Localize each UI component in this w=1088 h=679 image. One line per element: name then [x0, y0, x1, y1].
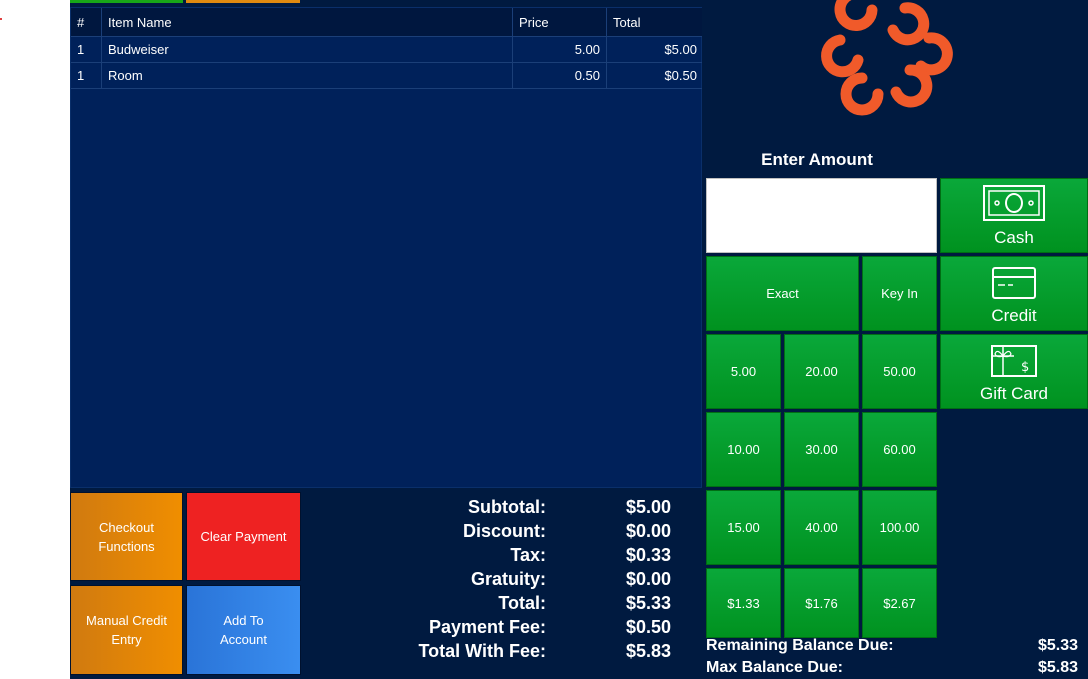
- stray-mark: [0, 18, 2, 20]
- total-value: $5.33: [626, 593, 672, 613]
- checkout-functions-label: Checkout Functions: [98, 519, 155, 554]
- discount-label: Discount:: [463, 521, 546, 541]
- discount-value: $0.00: [626, 521, 672, 541]
- amount-key-1-33[interactable]: $1.33: [706, 568, 781, 638]
- amount-key-15[interactable]: 15.00: [706, 490, 781, 565]
- row-price: 0.50: [513, 63, 607, 88]
- amount-key-30[interactable]: 30.00: [784, 412, 859, 487]
- amount-key-40[interactable]: 40.00: [784, 490, 859, 565]
- checkout-functions-button[interactable]: Checkout Functions: [70, 492, 183, 581]
- header-total[interactable]: Total: [607, 8, 703, 36]
- clear-payment-button[interactable]: Clear Payment: [186, 492, 301, 581]
- gift-card-label: Gift Card: [979, 384, 1049, 403]
- max-balance-label: Max Balance Due:: [706, 659, 843, 676]
- gift-card-button[interactable]: $ Gift Card: [940, 334, 1088, 409]
- header-price[interactable]: Price: [513, 8, 607, 36]
- credit-button[interactable]: Credit: [940, 256, 1088, 331]
- svg-text:$: $: [1021, 360, 1029, 375]
- credit-card-icon: [992, 267, 1036, 299]
- gift-card-icon: $: [991, 345, 1037, 377]
- total-with-fee-value: $5.83: [626, 641, 672, 661]
- header-item-name[interactable]: Item Name: [102, 8, 513, 36]
- amount-key-1-76[interactable]: $1.76: [784, 568, 859, 638]
- cash-icon: [983, 185, 1045, 221]
- row-price: 5.00: [513, 37, 607, 62]
- remaining-balance-value: $5.33: [1037, 637, 1078, 654]
- header-qty[interactable]: #: [71, 8, 102, 36]
- manual-credit-entry-label: Manual Credit Entry: [86, 613, 167, 647]
- brand-logo-icon: [821, 0, 953, 116]
- row-total: $5.00: [664, 42, 697, 57]
- top-partial-button-green[interactable]: [70, 0, 183, 3]
- row-item-name: Room: [102, 63, 513, 88]
- top-partial-button-orange[interactable]: [186, 0, 300, 3]
- logo-panel: [702, 0, 1088, 143]
- tax-value: $0.33: [626, 545, 672, 565]
- subtotal-label: Subtotal:: [468, 497, 546, 517]
- gratuity-label: Gratuity:: [470, 569, 546, 589]
- table-row[interactable]: 1 Room 0.50 $0.50: [71, 63, 703, 89]
- order-grid: # Item Name Price Total 1 Budweiser 5.00…: [70, 7, 703, 488]
- amount-key-60[interactable]: 60.00: [862, 412, 937, 487]
- credit-label: Credit: [991, 306, 1037, 325]
- row-qty: 1: [71, 63, 102, 88]
- total-label: Total:: [498, 593, 546, 613]
- row-total: $0.50: [664, 68, 697, 83]
- max-balance-value: $5.83: [1037, 659, 1078, 676]
- cash-button[interactable]: Cash: [940, 178, 1088, 253]
- add-to-account-label: Add To Account: [220, 613, 267, 647]
- amount-key-100[interactable]: 100.00: [862, 490, 937, 565]
- exact-button[interactable]: Exact: [706, 256, 859, 331]
- key-in-button[interactable]: Key In: [862, 256, 937, 331]
- gratuity-value: $0.00: [626, 569, 672, 589]
- amount-key-20[interactable]: 20.00: [784, 334, 859, 409]
- amount-input[interactable]: [706, 178, 937, 253]
- row-qty: 1: [71, 37, 102, 62]
- manual-credit-entry-button[interactable]: Manual Credit Entry: [70, 585, 183, 675]
- grid-header: # Item Name Price Total: [71, 8, 703, 37]
- enter-amount-label: Enter Amount: [761, 150, 873, 169]
- amount-key-10[interactable]: 10.00: [706, 412, 781, 487]
- cash-label: Cash: [994, 228, 1034, 247]
- payment-fee-value: $0.50: [626, 617, 672, 637]
- add-to-account-button[interactable]: Add To Account: [186, 585, 301, 675]
- amount-key-5[interactable]: 5.00: [706, 334, 781, 409]
- total-with-fee-label: Total With Fee:: [418, 641, 547, 661]
- row-item-name: Budweiser: [102, 37, 513, 62]
- amount-key-2-67[interactable]: $2.67: [862, 568, 937, 638]
- amount-key-50[interactable]: 50.00: [862, 334, 937, 409]
- table-row[interactable]: 1 Budweiser 5.00 $5.00: [71, 37, 703, 63]
- remaining-balance-label: Remaining Balance Due:: [706, 637, 894, 654]
- tax-label: Tax:: [510, 545, 546, 565]
- subtotal-value: $5.00: [626, 497, 672, 517]
- clear-payment-label: Clear Payment: [200, 529, 287, 544]
- payment-fee-label: Payment Fee:: [428, 617, 546, 637]
